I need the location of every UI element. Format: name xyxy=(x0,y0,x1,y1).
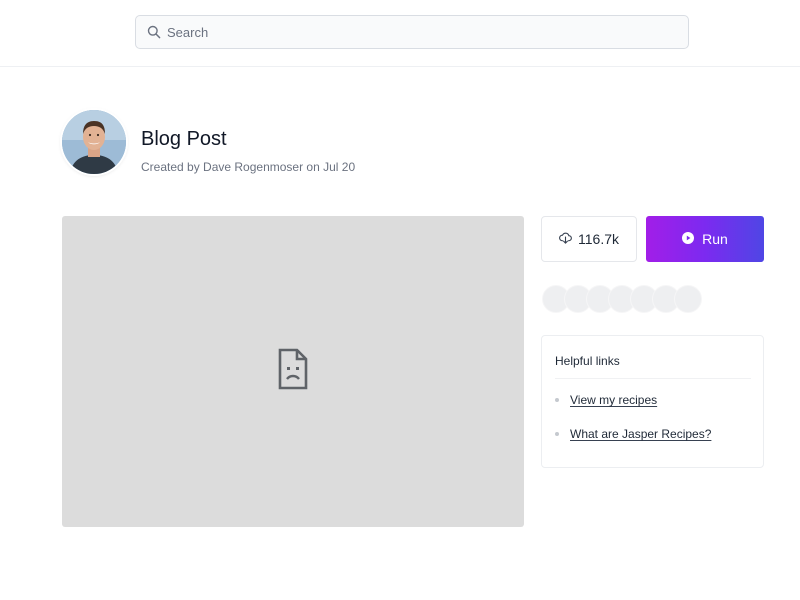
helpful-links-card: Helpful links View my recipes What are J… xyxy=(541,335,764,468)
download-cloud-icon xyxy=(559,231,572,247)
run-button[interactable]: Run xyxy=(646,216,764,262)
broken-file-icon xyxy=(277,348,309,395)
created-by-text: Created by Dave Rogenmoser on Jul 20 xyxy=(141,160,356,174)
page: Blog Post Created by Dave Rogenmoser on … xyxy=(0,0,800,600)
divider xyxy=(555,378,751,379)
helpful-links-title: Helpful links xyxy=(555,354,620,368)
search-input[interactable] xyxy=(167,17,667,47)
list-item: View my recipes xyxy=(555,393,657,407)
top-bar xyxy=(0,0,800,67)
downloads-count: 116.7k xyxy=(541,216,637,262)
avatar-skeleton-row xyxy=(542,285,702,313)
page-title: Blog Post xyxy=(141,128,227,150)
avatar xyxy=(62,110,126,174)
avatar-skeleton xyxy=(674,285,702,313)
avatar-photo xyxy=(62,110,126,174)
recipe-preview xyxy=(62,216,524,527)
play-circle-icon xyxy=(682,231,695,247)
search-box[interactable] xyxy=(135,15,689,49)
run-label: Run xyxy=(702,231,728,247)
what-are-jasper-recipes-link[interactable]: What are Jasper Recipes? xyxy=(570,427,711,441)
search-icon xyxy=(146,24,162,40)
downloads-value: 116.7k xyxy=(578,231,619,247)
bullet-icon xyxy=(555,432,559,436)
bullet-icon xyxy=(555,398,559,402)
list-item: What are Jasper Recipes? xyxy=(555,427,711,441)
view-my-recipes-link[interactable]: View my recipes xyxy=(570,393,657,407)
